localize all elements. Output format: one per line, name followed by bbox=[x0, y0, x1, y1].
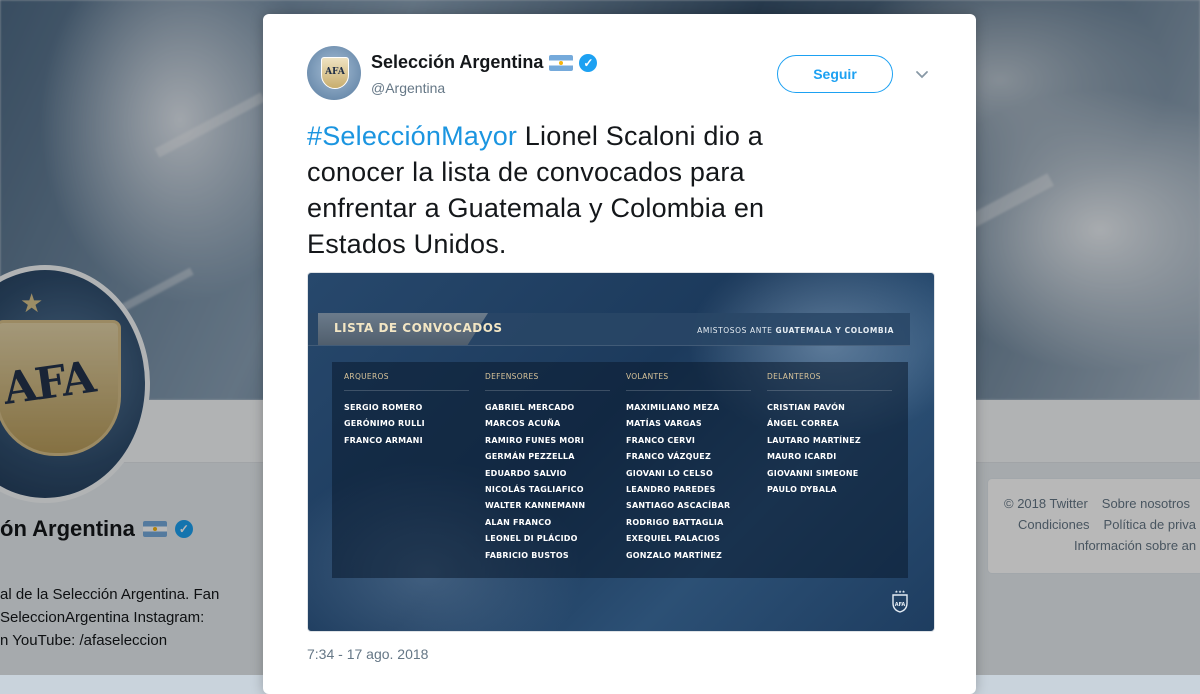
roster-player: SERGIO ROMERO bbox=[344, 403, 423, 412]
roster-player: GIOVANI LO CELSO bbox=[626, 468, 714, 478]
roster-player: GERMÁN PEZZELLA bbox=[485, 452, 575, 462]
author-name[interactable]: Selección Argentina bbox=[371, 52, 543, 73]
roster-table: ARQUEROS SERGIO ROMERO GERÓNIMO RULLI FRANC… bbox=[332, 362, 908, 578]
media-subtitle: AMISTOSOS ANTE GUATEMALA Y COLOMBIA bbox=[697, 326, 894, 335]
roster-player: FRANCO CERVI bbox=[626, 435, 696, 445]
roster-column-divider bbox=[344, 390, 469, 391]
roster-player: FABRICIO BUSTOS bbox=[485, 550, 569, 560]
roster-player: NICOLÁS TAGLIAFICO bbox=[485, 485, 584, 494]
roster-player: RODRIGO BATTAGLIA bbox=[626, 517, 724, 527]
roster-column-divider bbox=[767, 390, 892, 391]
roster-player: MARCOS ACUÑA bbox=[485, 419, 561, 429]
roster-column-divider bbox=[626, 390, 751, 391]
roster-player: PAULO DYBALA bbox=[767, 485, 837, 494]
afa-badge-icon: ★★★ AFA bbox=[892, 589, 908, 613]
svg-text:★★★: ★★★ bbox=[895, 589, 906, 594]
verified-badge-icon: ✓ bbox=[579, 53, 598, 72]
roster-player: CRISTIAN PAVÓN bbox=[767, 403, 845, 412]
roster-player: LEONEL DI PLÁCIDO bbox=[485, 534, 578, 544]
roster-player: FRANCO VÁZQUEZ bbox=[626, 452, 711, 462]
roster-player: EDUARDO SALVIO bbox=[485, 468, 567, 478]
roster-player: GIOVANNI SIMEONE bbox=[767, 468, 859, 478]
hashtag-link[interactable]: #SelecciónMayor bbox=[307, 121, 517, 151]
roster-player: ÁNGEL CORREA bbox=[767, 419, 839, 429]
roster-player: EXEQUIEL PALACIOS bbox=[626, 534, 721, 544]
roster-player: RAMIRO FUNES MORI bbox=[485, 435, 585, 445]
tweet-timestamp[interactable]: 7:34 - 17 ago. 2018 bbox=[307, 646, 428, 662]
tweet-media-image[interactable]: LISTA DE CONVOCADOS AMISTOSOS ANTE GUATE… bbox=[307, 272, 935, 632]
tweet-text: #SelecciónMayor Lionel Scaloni dio a con… bbox=[307, 118, 847, 262]
roster-player: GABRIEL MERCADO bbox=[485, 403, 575, 412]
roster-player: FRANCO ARMANI bbox=[344, 435, 423, 445]
media-title: LISTA DE CONVOCADOS bbox=[334, 321, 503, 335]
roster-player: MATÍAS VARGAS bbox=[626, 419, 702, 429]
roster-column-divider bbox=[485, 390, 610, 391]
roster-column-heading: VOLANTES bbox=[626, 372, 669, 381]
follow-button[interactable]: Seguir bbox=[777, 55, 893, 93]
roster-player: ALAN FRANCO bbox=[485, 517, 552, 527]
roster-player: GONZALO MARTÍNEZ bbox=[626, 550, 723, 560]
roster-player: LEANDRO PAREDES bbox=[626, 485, 716, 494]
author-name-row[interactable]: Selección Argentina ✓ bbox=[371, 52, 598, 73]
tweet-card: AFA Selección Argentina ✓ @Argentina Seg… bbox=[263, 14, 976, 694]
argentina-flag-icon bbox=[549, 54, 574, 71]
roster-player: GERÓNIMO RULLI bbox=[344, 419, 425, 429]
roster-player: MAXIMILIANO MEZA bbox=[626, 403, 720, 412]
roster-column-heading: DEFENSORES bbox=[485, 372, 539, 381]
roster-column-heading: ARQUEROS bbox=[344, 372, 389, 381]
roster-player: LAUTARO MARTÍNEZ bbox=[767, 435, 861, 445]
svg-text:AFA: AFA bbox=[895, 602, 906, 608]
roster-column-heading: DELANTEROS bbox=[767, 372, 821, 381]
chevron-down-icon[interactable] bbox=[914, 66, 930, 82]
afa-logo-icon: AFA bbox=[321, 57, 349, 89]
roster-player: SANTIAGO ASCACÍBAR bbox=[626, 501, 731, 511]
roster-player: MAURO ICARDI bbox=[767, 452, 837, 462]
roster-player: WALTER KANNEMANN bbox=[485, 501, 586, 511]
author-handle[interactable]: @Argentina bbox=[371, 80, 445, 96]
author-avatar[interactable]: AFA bbox=[307, 46, 361, 100]
